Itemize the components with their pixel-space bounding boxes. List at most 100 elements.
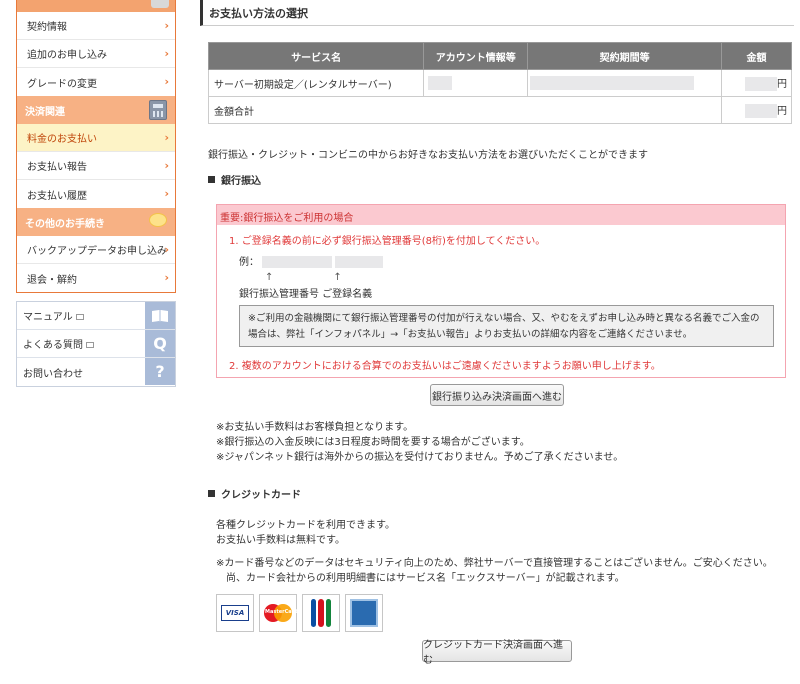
external-window-icon: [75, 313, 84, 320]
account-cell: [423, 69, 529, 97]
table-row: 金額合計 円: [207, 96, 792, 124]
total-label-cell: 金額合計: [207, 96, 723, 124]
chevron-right-icon: ›: [164, 187, 169, 200]
sidebar: 契約情報 › 追加のお申し込み › グレードの変更 › 決済関連 料金のお支払い…: [16, 0, 176, 387]
chevron-right-icon: ›: [164, 19, 169, 32]
desc-line: お支払い手数料は無料です。: [216, 535, 345, 546]
square-bullet-icon: [208, 176, 215, 183]
total-amount-cell: 円: [721, 96, 792, 124]
notice-heading: 重要:銀行振込をご利用の場合: [217, 205, 785, 225]
bank-notice-box: 重要:銀行振込をご利用の場合 1. ご登録名義の前に必ず銀行振込管理番号(8桁)…: [216, 204, 786, 378]
section-label: 決済関連: [25, 106, 65, 118]
redacted-value: [335, 256, 384, 268]
calculator-icon: [149, 100, 167, 120]
jcb-logo: [302, 594, 340, 632]
visa-logo: VISA: [216, 594, 254, 632]
square-bullet-icon: [208, 490, 215, 497]
help-links: マニュアル よくある質問 Q お問い合わせ ?: [16, 301, 176, 387]
section-title: クレジットカード: [221, 490, 301, 501]
nav-top-strip: [17, 0, 175, 12]
bank-note-box: ※ご利用の金融機関にて銀行振込管理番号の付加が行えない場合、又、やむをえずお申し…: [239, 305, 774, 347]
desc-line: 各種クレジットカードを利用できます。: [216, 520, 395, 531]
note-line: 尚、カード会社からの利用明細書にはサービス名「エックスサーバー」が記載されます。: [216, 573, 625, 584]
sidebar-item-fee-payment[interactable]: 料金のお支払い ›: [17, 124, 175, 152]
service-table: サービス名 アカウント情報等 契約期間等 金額 サーバー初期設定／(レンタルサー…: [207, 42, 792, 124]
sidebar-item-label: 退会・解約: [27, 274, 77, 286]
table-header: 契約期間等: [527, 42, 723, 70]
bank-heading: 銀行振込: [208, 172, 261, 187]
table-row: サーバー初期設定／(レンタルサーバー) 円: [207, 69, 792, 97]
table-header: サービス名: [207, 42, 425, 70]
external-window-icon: [86, 341, 94, 348]
example-labels: 銀行振込管理番号 ご登録名義: [239, 289, 373, 300]
service-name-cell: サーバー初期設定／(レンタルサーバー): [207, 69, 425, 97]
sidebar-item-additional-order[interactable]: 追加のお申し込み ›: [17, 40, 175, 68]
mastercard-mark: MasterCard: [264, 604, 298, 622]
sidebar-item-payment-history[interactable]: お支払い履歴 ›: [17, 180, 175, 208]
q-icon: Q: [145, 330, 175, 357]
visa-mark: VISA: [221, 605, 249, 621]
table-header: 金額: [721, 42, 792, 70]
chevron-right-icon: ›: [164, 243, 169, 256]
amex-logo: [345, 594, 383, 632]
note-line: ※カード番号などのデータはセキュリティ向上のため、弊社サーバーで直接管理すること…: [216, 558, 773, 569]
sidebar-section-payment: 決済関連: [17, 96, 175, 124]
section-label: その他のお手続き: [25, 218, 105, 230]
speech-bubble-icon: [149, 213, 167, 227]
mastercard-logo: MasterCard: [259, 594, 298, 632]
notice-line-1: 1. ご登録名義の前に必ず銀行振込管理番号(8桁)を付加してください。: [229, 236, 546, 247]
sidebar-item-grade-change[interactable]: グレードの変更 ›: [17, 68, 175, 96]
sidebar-item-label: お支払い報告: [27, 162, 87, 173]
table-header-row: サービス名 アカウント情報等 契約期間等 金額: [207, 42, 792, 70]
sidebar-item-contract[interactable]: 契約情報 ›: [17, 12, 175, 40]
amount-cell: 円: [721, 69, 792, 97]
page-title: お支払い方法の選択: [200, 0, 794, 26]
help-item-label: よくある質問: [23, 340, 83, 351]
section-title: 銀行振込: [221, 176, 261, 187]
example-label: 例：: [239, 257, 259, 268]
chevron-right-icon: ›: [164, 47, 169, 60]
sidebar-item-cancel[interactable]: 退会・解約 ›: [17, 264, 175, 292]
note-line: ※ジャパンネット銀行は海外からの振込を受付けておりません。予めご了承くださいませ…: [216, 452, 624, 463]
chevron-right-icon: ›: [164, 271, 169, 284]
amex-mark: [350, 599, 378, 627]
redacted-value: [745, 77, 777, 91]
pencil-icon: [151, 0, 169, 8]
help-item-label: お問い合わせ: [23, 368, 83, 380]
credit-notes: ※カード番号などのデータはセキュリティ向上のため、弊社サーバーで直接管理すること…: [216, 556, 773, 586]
card-logos: VISA MasterCard: [216, 594, 383, 632]
bank-notes: ※お支払い手数料はお客様負担となります。 ※銀行振込の入金反映には3日程度お時間…: [216, 420, 623, 465]
redacted-value: [745, 104, 777, 118]
credit-desc: 各種クレジットカードを利用できます。 お支払い手数料は無料です。: [216, 518, 395, 548]
sidebar-item-payment-report[interactable]: お支払い報告 ›: [17, 152, 175, 180]
sidebar-item-label: お支払い履歴: [27, 190, 87, 202]
chevron-right-icon: ›: [164, 131, 169, 144]
sidebar-item-label: 契約情報: [27, 22, 67, 33]
chevron-right-icon: ›: [164, 75, 169, 88]
book-icon: [145, 302, 175, 329]
help-item-label: マニュアル: [23, 312, 73, 323]
help-item-contact[interactable]: お問い合わせ ?: [17, 358, 175, 386]
sidebar-item-label: バックアップデータお申し込み: [27, 246, 167, 257]
sidebar-item-backup[interactable]: バックアップデータお申し込み ›: [17, 236, 175, 264]
question-icon: ?: [145, 358, 175, 385]
account-nav: 契約情報 › 追加のお申し込み › グレードの変更 › 決済関連 料金のお支払い…: [16, 0, 176, 293]
redacted-value: [530, 76, 695, 90]
note-line: ※お支払い手数料はお客様負担となります。: [216, 422, 414, 433]
sidebar-section-other: その他のお手続き: [17, 208, 175, 236]
table-header: アカウント情報等: [423, 42, 529, 70]
chevron-right-icon: ›: [164, 159, 169, 172]
credit-heading: クレジットカード: [208, 486, 301, 501]
credit-card-button[interactable]: クレジットカード決済画面へ進む: [422, 640, 572, 666]
sidebar-item-label: グレードの変更: [27, 78, 97, 90]
help-item-faq[interactable]: よくある質問 Q: [17, 330, 175, 358]
sidebar-item-label: 料金のお支払い: [27, 134, 97, 145]
example-row: 例：: [239, 253, 384, 268]
sidebar-item-label: 追加のお申し込み: [27, 50, 107, 61]
jcb-mark: [310, 599, 332, 627]
redacted-value: [262, 256, 333, 268]
yen-unit: 円: [777, 79, 787, 90]
bank-transfer-button[interactable]: 銀行振り込み決済画面へ進む: [430, 384, 564, 406]
help-item-manual[interactable]: マニュアル: [17, 302, 175, 330]
note-line: ※銀行振込の入金反映には3日程度お時間を要する場合がございます。: [216, 437, 530, 448]
